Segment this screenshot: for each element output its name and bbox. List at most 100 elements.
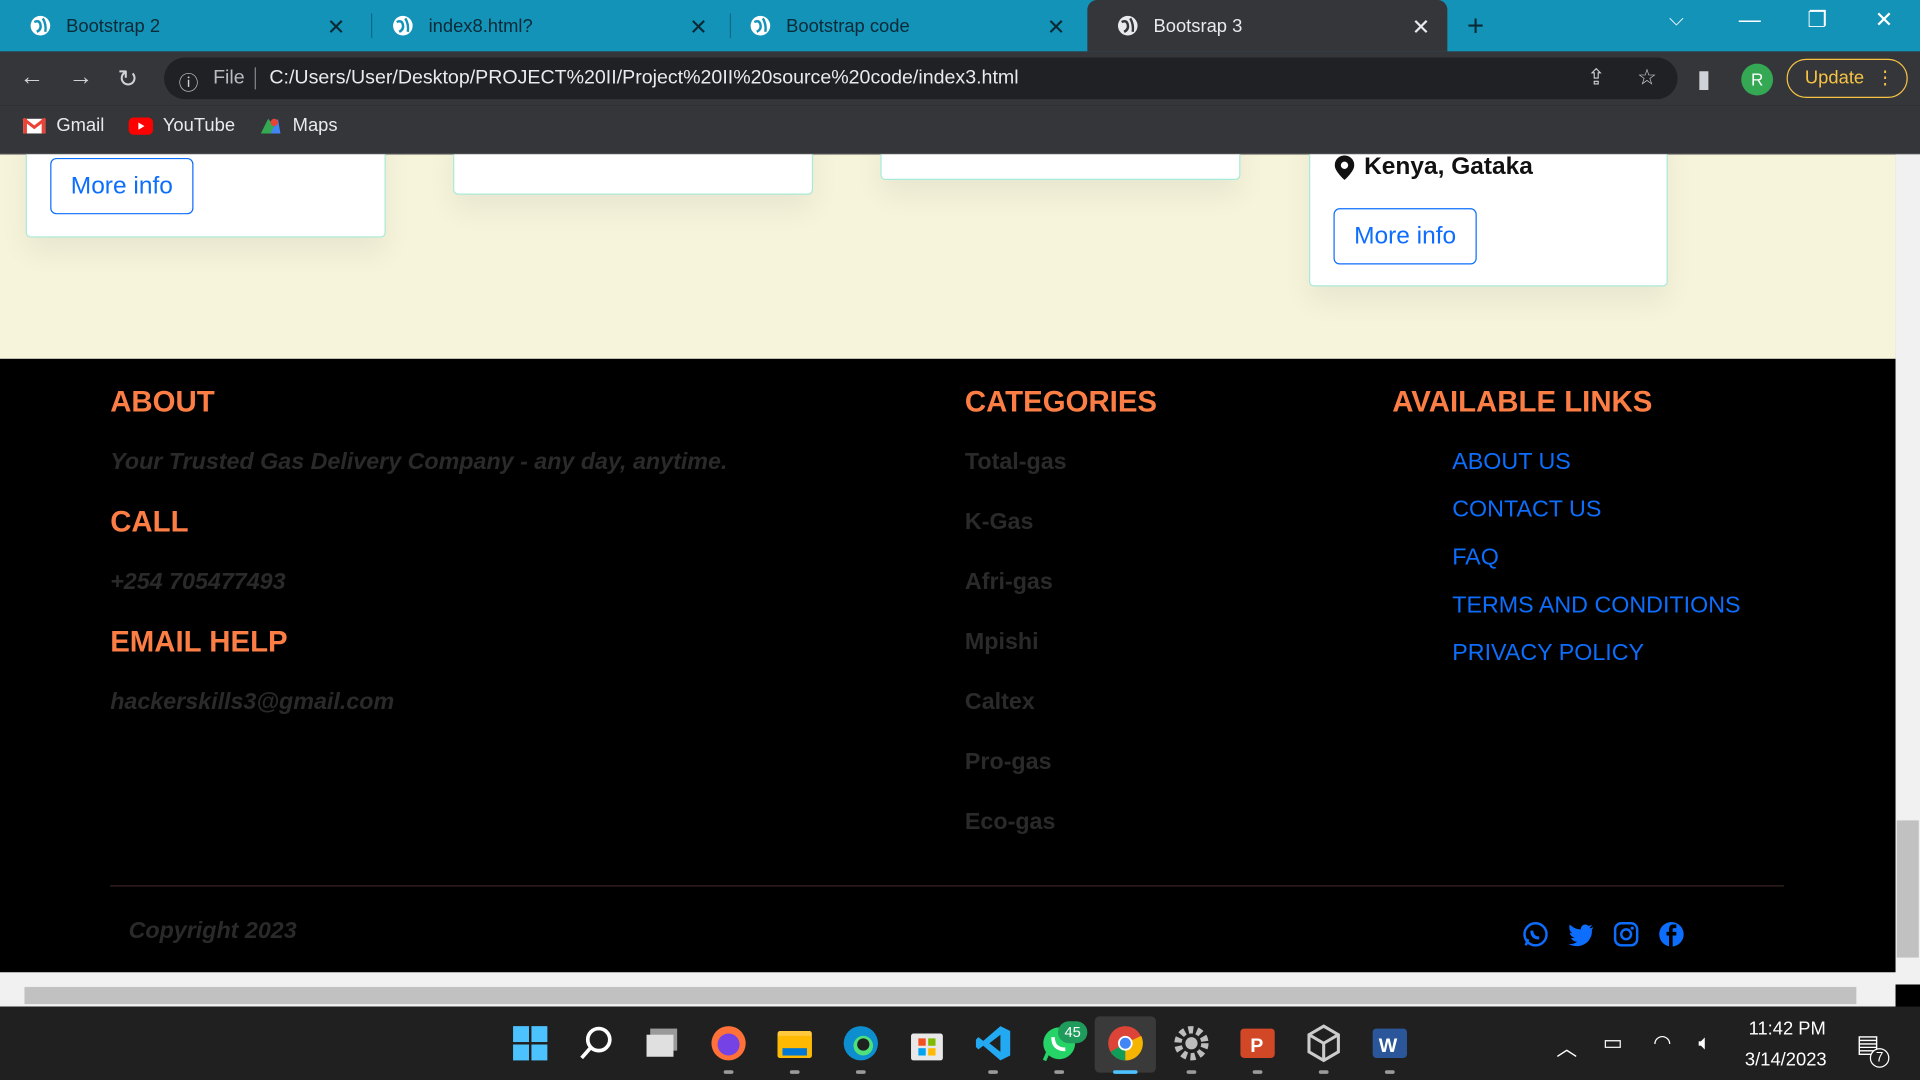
globe-icon xyxy=(750,15,771,36)
running-indicator xyxy=(1054,1070,1065,1074)
word-icon[interactable]: W xyxy=(1370,1024,1409,1063)
page-viewport: More info More info Kenya, Gataka ABOUT … xyxy=(0,154,1896,973)
running-indicator xyxy=(988,1070,998,1074)
running-indicator xyxy=(1384,1070,1395,1074)
bookmark-label: YouTube xyxy=(162,115,236,136)
file-explorer-icon[interactable] xyxy=(775,1024,814,1063)
close-tab-icon[interactable]: ✕ xyxy=(689,15,707,41)
gmail-icon xyxy=(22,116,47,133)
star-icon[interactable]: ☆ xyxy=(1637,65,1657,91)
tray-chevron-icon[interactable]: ︿ xyxy=(1556,1031,1577,1062)
tab-title: Bootstrap 2 xyxy=(66,15,161,37)
firefox-icon[interactable] xyxy=(709,1024,748,1063)
running-indicator xyxy=(855,1070,866,1074)
powerpoint-icon[interactable]: P xyxy=(1238,1024,1277,1063)
close-window-icon[interactable]: ✕ xyxy=(1875,7,1893,33)
running-indicator xyxy=(789,1070,800,1074)
bookmarks-bar: Gmail YouTube Maps xyxy=(0,105,1920,155)
profile-avatar[interactable]: R xyxy=(1741,63,1774,96)
bookmark-maps[interactable]: Maps xyxy=(258,115,338,136)
tab-search-chevron-icon[interactable]: ⌵ xyxy=(1669,10,1684,32)
youtube-icon xyxy=(128,116,154,135)
link-privacy[interactable]: PRIVACY POLICY xyxy=(1452,640,1644,667)
wifi-icon[interactable]: ◠ xyxy=(1653,1031,1671,1055)
whatsapp-icon[interactable] xyxy=(1522,921,1549,948)
volume-icon[interactable]: 🔈︎ xyxy=(1698,1031,1710,1055)
start-icon[interactable] xyxy=(511,1024,550,1063)
side-panel-icon[interactable]: ▮ xyxy=(1697,64,1710,95)
links-heading: AVAILABLE LINKS xyxy=(1392,385,1653,419)
chrome-icon[interactable] xyxy=(1106,1024,1145,1063)
page-bottom-gap xyxy=(0,972,1920,985)
info-icon[interactable]: ⓘ xyxy=(179,66,199,95)
clock-date[interactable]: 3/14/2023 xyxy=(1745,1049,1827,1070)
category-item[interactable]: Pro-gas xyxy=(965,749,1052,776)
category-item[interactable]: Afri-gas xyxy=(965,569,1053,596)
more-info-button[interactable]: More info xyxy=(50,157,194,215)
globe-icon xyxy=(393,15,413,36)
tab-bootstrap-code[interactable]: Bootstrap code ✕ xyxy=(720,0,1082,51)
category-item[interactable]: Total-gas xyxy=(965,449,1067,476)
email-address: hackerskills3@gmail.com xyxy=(110,689,395,716)
browser-toolbar: ← → ↻ ⓘ File C:/Users/User/Desktop/PROJE… xyxy=(0,51,1920,106)
battery-icon[interactable]: ▭ xyxy=(1603,1031,1623,1055)
tab-title: Bootstrap code xyxy=(786,15,910,37)
svg-text:W: W xyxy=(1379,1035,1398,1057)
facebook-icon[interactable] xyxy=(1658,921,1685,948)
back-icon[interactable]: ← xyxy=(20,64,44,92)
svg-text:P: P xyxy=(1250,1035,1263,1057)
tab-index8[interactable]: index8.html? ✕ xyxy=(362,0,724,51)
virtualbox-icon[interactable] xyxy=(1304,1024,1343,1063)
location-text: Kenya, Gataka xyxy=(1364,154,1533,181)
minimize-icon[interactable]: — xyxy=(1739,7,1761,33)
vertical-scroll-thumb[interactable] xyxy=(1896,820,1919,958)
bookmark-gmail[interactable]: Gmail xyxy=(22,115,104,136)
update-button[interactable]: Update ⋮ xyxy=(1786,58,1908,98)
category-item[interactable]: K-Gas xyxy=(965,509,1034,536)
tab-bootstrap-2[interactable]: Bootstrap 2 ✕ xyxy=(0,0,362,51)
instagram-icon[interactable] xyxy=(1613,921,1640,948)
location-label: Kenya, Gataka xyxy=(1334,154,1533,181)
link-terms[interactable]: TERMS AND CONDITIONS xyxy=(1452,593,1740,620)
share-icon[interactable]: ⇪ xyxy=(1587,65,1605,91)
url-text[interactable]: C:/Users/User/Desktop/PROJECT%20II/Proje… xyxy=(269,67,1018,89)
reload-icon[interactable]: ↻ xyxy=(118,64,139,95)
tab-strip: Bootstrap 2 ✕ index8.html? ✕ Bootstrap c… xyxy=(0,0,1920,52)
close-tab-icon[interactable]: ✕ xyxy=(327,15,345,41)
vscode-icon[interactable] xyxy=(973,1024,1012,1063)
close-tab-icon[interactable]: ✕ xyxy=(1047,15,1065,41)
task-view-icon[interactable] xyxy=(643,1024,682,1063)
horizontal-scroll-thumb[interactable] xyxy=(24,986,1857,1005)
omnibox-separator xyxy=(254,67,256,90)
restore-icon[interactable]: ❐ xyxy=(1807,7,1827,33)
globe-icon xyxy=(1117,15,1138,36)
category-item[interactable]: Caltex xyxy=(965,689,1035,716)
address-bar[interactable]: ⓘ File C:/Users/User/Desktop/PROJECT%20I… xyxy=(164,57,1678,100)
category-item[interactable]: Eco-gas xyxy=(965,809,1056,836)
search-icon[interactable] xyxy=(577,1024,616,1063)
location-pin-icon xyxy=(1334,154,1355,180)
categories-heading: CATEGORIES xyxy=(964,385,1158,419)
tab-title: index8.html? xyxy=(428,15,533,37)
whatsapp-badge: 45 xyxy=(1057,1021,1088,1044)
product-card: More info xyxy=(25,154,386,238)
bookmark-youtube[interactable]: YouTube xyxy=(128,115,236,136)
microsoft-store-icon[interactable] xyxy=(907,1024,946,1063)
tab-bootsrap-3[interactable]: Bootsrap 3 ✕ xyxy=(1087,0,1448,52)
windows-taskbar: 45 P W ︿ ▭ ◠ 🔈︎ 11:42 PM 3/14/2023 ▤ 7 xyxy=(0,1006,1920,1080)
forward-icon[interactable]: → xyxy=(69,64,93,92)
link-contact-us[interactable]: CONTACT US xyxy=(1452,497,1601,524)
category-item[interactable]: Mpishi xyxy=(965,629,1039,656)
more-info-button[interactable]: More info xyxy=(1333,208,1477,265)
notification-count: 7 xyxy=(1869,1048,1890,1068)
link-faq[interactable]: FAQ xyxy=(1452,545,1499,572)
settings-icon[interactable] xyxy=(1172,1024,1211,1063)
edge-icon[interactable] xyxy=(841,1024,880,1063)
close-tab-icon[interactable]: ✕ xyxy=(1412,15,1430,41)
menu-icon[interactable]: ⋮ xyxy=(1876,60,1894,97)
new-tab-icon[interactable]: + xyxy=(1467,10,1484,44)
twitter-icon[interactable] xyxy=(1567,921,1594,948)
clock-time[interactable]: 11:42 PM xyxy=(1749,1019,1826,1040)
link-about-us[interactable]: ABOUT US xyxy=(1452,449,1571,476)
bookmark-label: Gmail xyxy=(56,115,105,136)
